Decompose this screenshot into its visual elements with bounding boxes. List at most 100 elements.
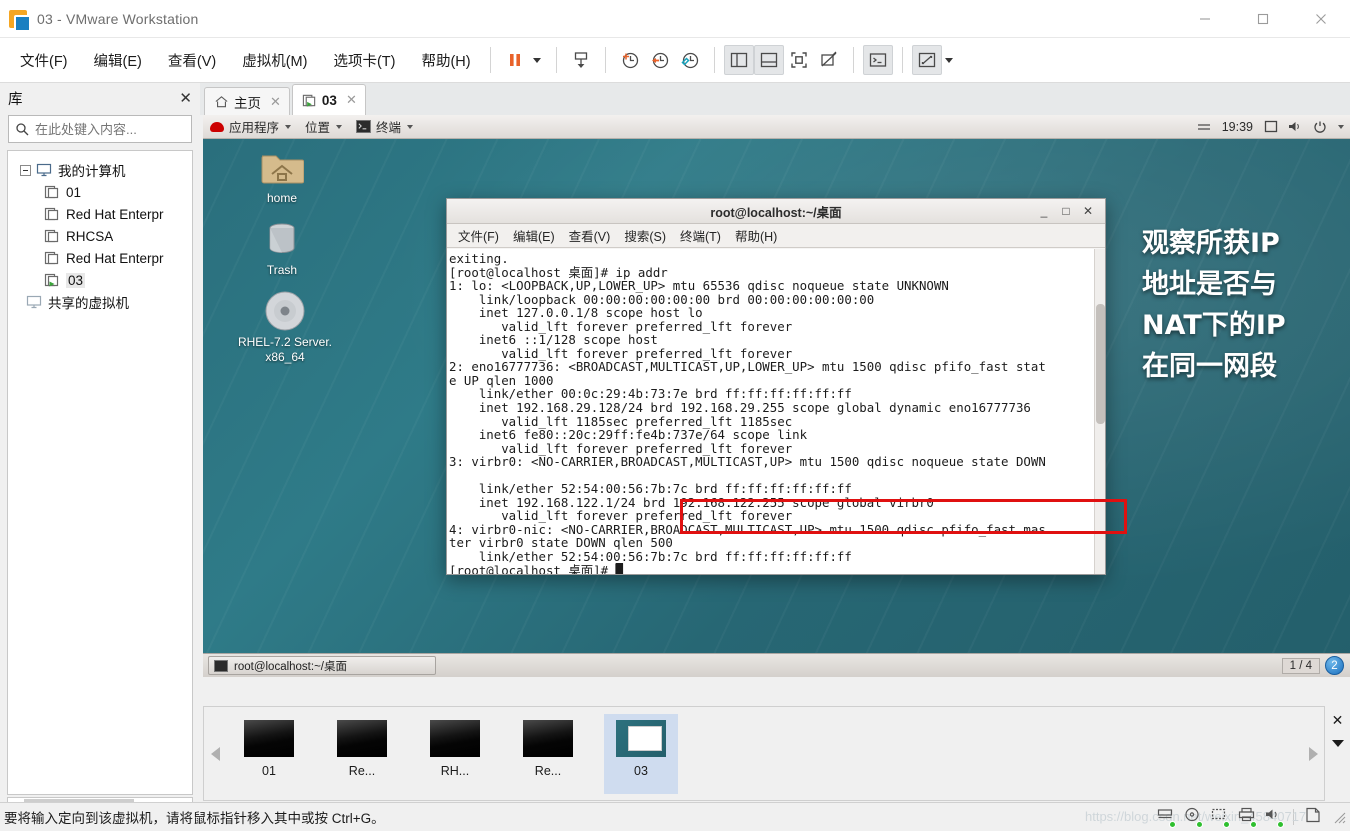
hard-disk-icon[interactable] (1157, 807, 1176, 828)
thumbstrip-scroll-left-button[interactable] (204, 746, 226, 761)
sidebar-item-shared-vms[interactable]: 共享的虚拟机 (12, 291, 188, 313)
desktop-icon-home[interactable]: home (234, 143, 330, 206)
tab-vm-03[interactable]: 03 ✕ (291, 84, 366, 115)
terminal-menu-help[interactable]: 帮助(H) (728, 226, 784, 245)
power-dropdown-caret-icon[interactable] (532, 57, 541, 63)
taskbar-window-button[interactable]: root@localhost:~/桌面 (208, 656, 436, 675)
caret-down-icon (407, 124, 414, 129)
maximize-button[interactable] (1234, 0, 1292, 38)
guest-screen[interactable]: 应用程序 位置 终端 19:39 home Trash RHEL-7.2 Ser… (203, 115, 1350, 677)
terminal-output-area[interactable]: exiting. [root@localhost 桌面]# ip addr 1:… (447, 249, 1105, 574)
sidebar-item-vm-rhcsa[interactable]: RHCSA (12, 225, 188, 247)
terminal-window[interactable]: root@localhost:~/桌面 _ □ ✕ 文件(F) 编辑(E) 查看… (446, 198, 1106, 575)
sidebar-item-vm-03[interactable]: 03 (12, 269, 188, 291)
library-header: 库 ✕ (0, 83, 200, 113)
scrollbar-thumb[interactable] (1096, 304, 1105, 424)
display-icon (1264, 120, 1278, 133)
thumbnail-item[interactable]: 01 (232, 714, 306, 794)
menu-edit[interactable]: 编辑(E) (84, 46, 152, 75)
thumbnail-preview (337, 719, 387, 757)
terminal-close-button[interactable]: ✕ (1077, 204, 1099, 218)
tree-item-my-computer[interactable]: 我的计算机 (12, 159, 188, 181)
resize-grip-icon[interactable] (1332, 810, 1346, 824)
full-screen-button[interactable] (784, 45, 814, 75)
library-search-box[interactable] (8, 115, 223, 143)
terminal-menu-terminal[interactable]: 终端(T) (673, 226, 728, 245)
status-bar: 要将输入定向到该虚拟机，请将鼠标指针移入其中或按 Ctrl+G。 https:/… (0, 802, 1350, 831)
thumbnail-item-selected[interactable]: 03 (604, 713, 678, 794)
collapse-expander-icon[interactable] (20, 164, 31, 176)
sidebar-item-vm-01[interactable]: 01 (12, 181, 188, 203)
network-adapter-icon[interactable] (1211, 807, 1230, 828)
menu-file[interactable]: 文件(F) (10, 46, 78, 75)
gnome-terminal-app[interactable]: 终端 (349, 115, 420, 139)
sidebar-item-vm-rhel-2[interactable]: Red Hat Enterpr (12, 247, 188, 269)
take-snapshot-button[interactable] (566, 45, 596, 75)
volume-icon (1289, 122, 1299, 131)
thumbnail-item[interactable]: Re... (325, 714, 399, 794)
caret-down-icon[interactable] (1338, 124, 1344, 129)
desktop-icon-rhel-disc[interactable]: RHEL-7.2 Server. x86_64 (230, 287, 340, 365)
terminal-title-text: root@localhost:~/桌面 (710, 205, 842, 220)
console-view-button[interactable] (862, 45, 893, 75)
snapshot-clock-icon (622, 52, 638, 69)
sidebar-item-vm-rhel-1[interactable]: Red Hat Enterpr (12, 203, 188, 225)
stretch-guest-button[interactable] (911, 45, 942, 75)
pause-button[interactable] (500, 45, 530, 75)
show-library-icon (730, 52, 747, 68)
menu-tabs[interactable]: 选项卡(T) (323, 46, 405, 75)
terminal-scrollbar[interactable] (1094, 249, 1105, 574)
terminal-menu-file[interactable]: 文件(F) (451, 226, 506, 245)
toolbar-separator (604, 47, 606, 73)
terminal-menu-search[interactable]: 搜索(S) (617, 226, 673, 245)
terminal-minimize-button[interactable]: _ (1033, 204, 1055, 218)
terminal-maximize-button[interactable]: □ (1055, 204, 1077, 218)
thumbnail-preview (244, 719, 294, 757)
desktop-icon-label: Trash (266, 263, 298, 277)
thumbnail-item[interactable]: Re... (511, 714, 585, 794)
sidebar-item-label: 01 (66, 184, 82, 200)
detach-icon[interactable] (1305, 807, 1321, 828)
tab-home[interactable]: 主页 ✕ (204, 87, 290, 115)
library-title: 库 (8, 91, 23, 108)
terminal-menu-edit[interactable]: 编辑(E) (506, 226, 562, 245)
workspace-indicator[interactable]: 1 / 4 (1281, 657, 1320, 674)
status-dot (1169, 821, 1176, 828)
cd-drive-icon[interactable] (1184, 807, 1203, 828)
revert-snapshot-button[interactable] (645, 45, 675, 75)
desktop-icon-trash[interactable]: Trash (234, 215, 330, 278)
clock[interactable]: 19:39 (1222, 120, 1253, 134)
vm-icon (44, 251, 59, 265)
terminal-label: 终端 (376, 121, 402, 135)
gnome-places-menu[interactable]: 位置 (298, 115, 349, 139)
sound-card-icon[interactable] (1265, 807, 1284, 828)
stretch-dropdown-caret-icon[interactable] (944, 57, 953, 63)
unity-mode-button[interactable] (814, 45, 844, 75)
show-library-button[interactable] (723, 45, 754, 75)
gnome-applications-menu[interactable]: 应用程序 (203, 115, 298, 139)
annotation-line-4: 在同一网段 (1142, 351, 1277, 382)
show-thumbnails-button[interactable] (753, 45, 784, 75)
menu-view[interactable]: 查看(V) (158, 46, 226, 75)
minimize-button[interactable] (1176, 0, 1234, 38)
home-folder-icon (234, 143, 330, 191)
snapshot-now-button[interactable] (615, 45, 645, 75)
library-panel: 库 ✕ 我的计算机 01 (0, 83, 223, 817)
tab-close-icon[interactable]: ✕ (270, 94, 281, 110)
close-button[interactable] (1292, 0, 1350, 38)
tab-close-icon[interactable]: ✕ (346, 92, 357, 108)
menu-vm[interactable]: 虚拟机(M) (232, 46, 317, 75)
search-input[interactable] (35, 121, 211, 137)
printer-icon[interactable] (1238, 807, 1257, 828)
toolbar-separator (555, 47, 557, 73)
terminal-menu-view[interactable]: 查看(V) (562, 226, 618, 245)
snapshot-manager-button[interactable] (675, 45, 705, 75)
chevron-down-icon[interactable] (1331, 740, 1344, 747)
library-close-icon[interactable]: ✕ (179, 89, 192, 107)
workspace-badge[interactable]: 2 (1325, 656, 1344, 675)
thumbnail-item[interactable]: RH... (418, 714, 492, 794)
power-icon (1314, 121, 1326, 133)
menu-help[interactable]: 帮助(H) (411, 46, 480, 75)
thumbstrip-scroll-right-button[interactable] (1302, 746, 1324, 761)
thumbstrip-close-icon[interactable]: ✕ (1332, 712, 1344, 729)
